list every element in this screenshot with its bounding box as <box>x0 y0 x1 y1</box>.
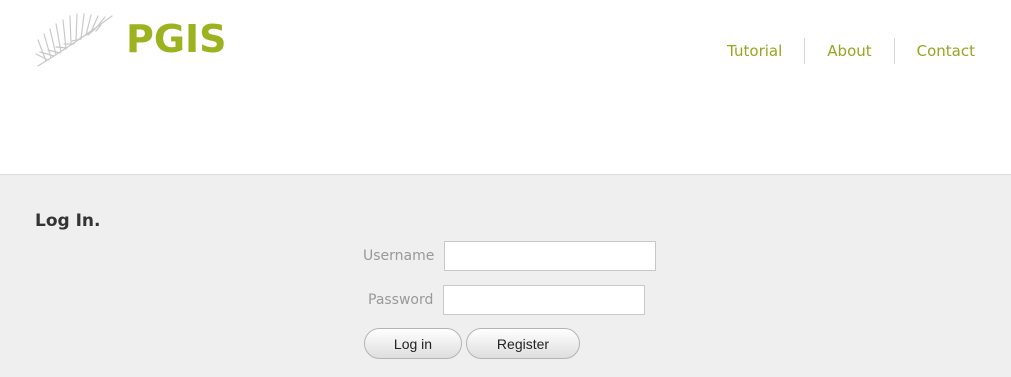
nav-about-link[interactable]: About <box>827 42 871 60</box>
logo-text: PGIS <box>126 17 227 61</box>
logo[interactable]: PGIS <box>34 8 227 70</box>
nav-tutorial-link[interactable]: Tutorial <box>727 42 782 60</box>
username-label: Username <box>363 248 435 264</box>
username-input[interactable] <box>444 241 657 271</box>
register-button[interactable]: Register <box>466 328 580 359</box>
username-row: Username <box>363 241 657 271</box>
site-header: PGIS Tutorial About Contact <box>0 0 1011 175</box>
password-row: Password <box>368 285 646 315</box>
login-button[interactable]: Log in <box>364 328 462 359</box>
login-actions: Log in Register <box>364 328 580 359</box>
nav-contact-link[interactable]: Contact <box>917 42 975 60</box>
password-input[interactable] <box>443 285 646 315</box>
nav-separator <box>804 38 806 64</box>
login-title: Log In. <box>35 211 101 231</box>
password-label: Password <box>368 292 434 308</box>
top-nav: Tutorial About Contact <box>727 38 975 64</box>
palm-leaf-icon <box>35 13 113 67</box>
login-panel: Log In. Username Password Log in Registe… <box>0 175 1011 377</box>
nav-separator <box>893 38 895 64</box>
